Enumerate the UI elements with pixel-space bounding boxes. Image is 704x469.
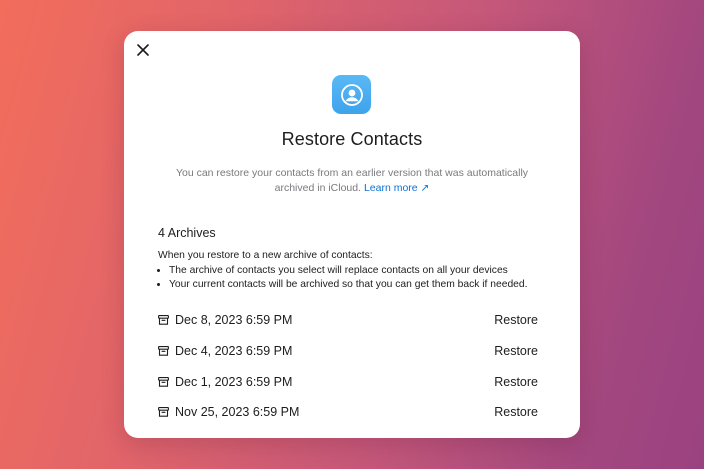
info-heading: When you restore to a new archive of con… xyxy=(158,250,373,261)
contacts-app-icon xyxy=(332,75,371,114)
subtitle-text: You can restore your contacts from an ea… xyxy=(175,167,529,194)
close-button[interactable] xyxy=(134,41,152,59)
restore-contacts-dialog: Restore Contacts You can restore your co… xyxy=(124,31,580,438)
archive-date: Dec 4, 2023 6:59 PM xyxy=(175,344,293,359)
archive-box-icon xyxy=(158,315,169,326)
archive-box-icon xyxy=(158,407,169,418)
dialog-subtitle: You can restore your contacts from an ea… xyxy=(164,166,540,196)
restore-button[interactable]: Restore xyxy=(494,375,538,389)
restore-button[interactable]: Restore xyxy=(494,405,538,419)
info-bullet: The archive of contacts you select will … xyxy=(169,264,558,279)
info-bullet: Your current contacts will be archived s… xyxy=(169,278,558,293)
archive-row: Dec 4, 2023 6:59 PM Restore xyxy=(158,336,546,367)
archive-box-icon xyxy=(158,346,169,357)
archive-row: Dec 8, 2023 6:59 PM Restore xyxy=(158,305,546,336)
restore-info: When you restore to a new archive of con… xyxy=(158,249,558,293)
archive-box-icon xyxy=(158,376,169,387)
archives-count: 4 Archives xyxy=(158,226,216,240)
close-icon xyxy=(137,44,149,56)
archive-date: Nov 25, 2023 6:59 PM xyxy=(175,405,300,420)
restore-button[interactable]: Restore xyxy=(494,313,538,327)
archive-row: Nov 25, 2023 6:59 PM Restore xyxy=(158,397,546,428)
archive-date: Dec 8, 2023 6:59 PM xyxy=(175,313,293,328)
archive-list: Dec 8, 2023 6:59 PM Restore Dec 4, 2023 … xyxy=(158,305,546,428)
archive-row: Dec 1, 2023 6:59 PM Restore xyxy=(158,366,546,397)
dialog-title: Restore Contacts xyxy=(281,129,423,149)
restore-button[interactable]: Restore xyxy=(494,344,538,358)
archive-date: Dec 1, 2023 6:59 PM xyxy=(175,374,293,389)
info-list: The archive of contacts you select will … xyxy=(158,264,558,293)
learn-more-link[interactable]: Learn more ↗ xyxy=(364,182,429,194)
